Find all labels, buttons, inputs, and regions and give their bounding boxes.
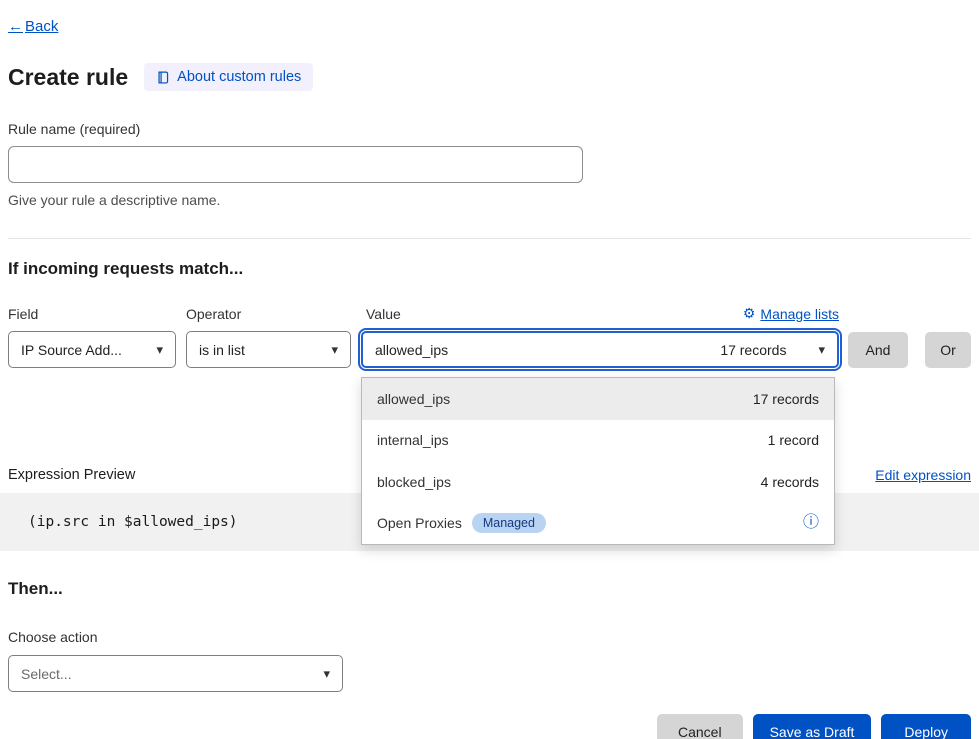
deploy-button[interactable]: Deploy [881,714,971,739]
chevron-down-icon: ▾ [323,667,330,680]
match-labels-row: Field Operator Value ⚙ Manage lists [8,305,839,322]
rule-name-helper: Give your rule a descriptive name. [8,192,971,208]
cancel-button[interactable]: Cancel [657,714,743,739]
dropdown-option-open-proxies[interactable]: Open Proxies Managed ⓘ [362,503,834,545]
rule-name-label: Rule name (required) [8,121,971,137]
save-as-draft-button[interactable]: Save as Draft [753,714,872,739]
option-name: allowed_ips [377,391,450,407]
option-name: internal_ips [377,432,449,448]
manage-lists-label: Manage lists [760,306,839,322]
page-title: Create rule [8,64,128,91]
value-select[interactable]: allowed_ips 17 records ▾ [361,331,839,368]
book-icon [156,70,170,85]
about-custom-rules-link[interactable]: About custom rules [144,63,313,91]
expression-preview-label: Expression Preview [8,467,135,483]
chevron-down-icon: ▾ [156,343,163,356]
about-custom-rules-label: About custom rules [177,69,301,85]
chevron-down-icon: ▾ [331,343,338,356]
option-meta: 4 records [761,474,819,490]
choose-action-label: Choose action [8,629,971,645]
option-name: Open Proxies [377,515,462,531]
action-select-placeholder: Select... [21,666,72,682]
dropdown-option-blocked-ips[interactable]: blocked_ips 4 records [362,461,834,503]
dropdown-option-internal-ips[interactable]: internal_ips 1 record [362,420,834,462]
dropdown-option-allowed-ips[interactable]: allowed_ips 17 records [362,378,834,420]
info-icon[interactable]: ⓘ [803,515,819,531]
field-select[interactable]: IP Source Add... ▾ [8,331,176,368]
option-meta: 1 record [768,432,819,448]
manage-lists-link[interactable]: ⚙ Manage lists [743,305,839,322]
expression-code: (ip.src in $allowed_ips) [28,514,238,530]
action-select[interactable]: Select... ▾ [8,655,343,692]
match-controls-row: IP Source Add... ▾ is in list ▾ allowed_… [8,331,971,368]
then-section-title: Then... [8,579,971,599]
rule-name-input[interactable] [8,146,583,183]
edit-expression-link[interactable]: Edit expression [875,467,971,483]
operator-select-value: is in list [199,342,245,358]
chevron-down-icon: ▾ [818,343,825,356]
title-row: Create rule About custom rules [8,63,971,91]
create-rule-page: ←Back Create rule About custom rules Rul… [0,0,979,739]
value-select-value: allowed_ips [375,342,448,358]
value-select-right: 17 records ▾ [720,342,825,358]
back-label: Back [25,18,58,35]
managed-badge: Managed [472,513,546,533]
back-link[interactable]: ←Back [8,18,58,35]
back-arrow-icon: ← [8,18,23,35]
option-name: blocked_ips [377,474,451,490]
operator-select[interactable]: is in list ▾ [186,331,351,368]
option-meta: 17 records [753,391,819,407]
or-button[interactable]: Or [925,332,971,368]
operator-label: Operator [186,306,366,322]
value-label: Value [366,306,401,322]
gear-icon: ⚙ [743,305,756,322]
value-select-meta: 17 records [720,342,786,358]
field-label: Field [8,306,186,322]
and-button[interactable]: And [848,332,908,368]
match-section-title: If incoming requests match... [8,259,971,279]
option-name-group: Open Proxies Managed [377,513,546,533]
value-select-wrapper: allowed_ips 17 records ▾ allowed_ips 17 … [361,331,839,368]
field-select-value: IP Source Add... [21,342,122,358]
footer-actions: Cancel Save as Draft Deploy [8,714,971,739]
section-divider [8,238,971,239]
value-dropdown-menu: allowed_ips 17 records internal_ips 1 re… [361,377,835,545]
